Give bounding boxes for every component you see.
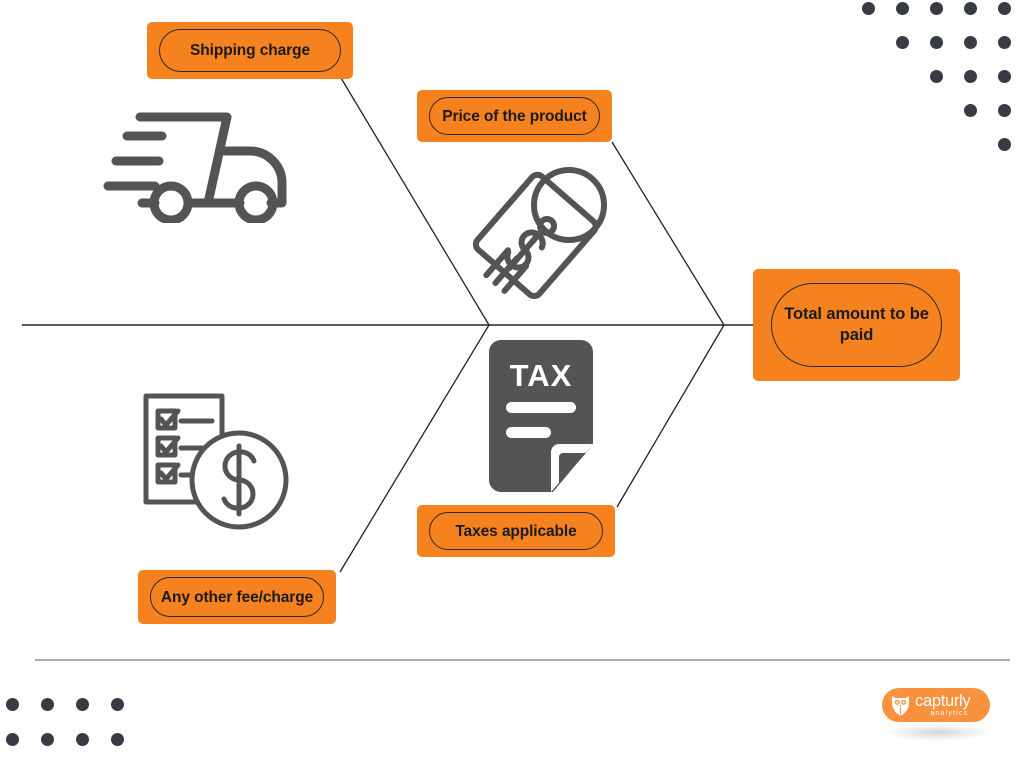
triangular-dot-pattern — [862, 2, 1022, 154]
capturly-logo-subtitle: analytics — [930, 710, 969, 718]
tax-line-2 — [506, 427, 551, 438]
decor-dot — [111, 698, 124, 711]
decor-dot — [896, 2, 909, 15]
decor-dot — [111, 733, 124, 746]
grid-dot-pattern — [6, 698, 136, 762]
label-taxes-applicable[interactable]: Taxes applicable — [417, 505, 615, 557]
decor-dot — [964, 2, 977, 15]
decor-dot — [998, 104, 1011, 117]
label-any-other-fee-text: Any other fee/charge — [160, 588, 314, 606]
tax-label: TAX — [510, 358, 573, 393]
capturly-logo-text: capturly analytics — [915, 691, 971, 718]
decor-dot — [6, 733, 19, 746]
decor-dot — [930, 70, 943, 83]
tax-line-1 — [506, 402, 576, 413]
decor-dot — [930, 2, 943, 15]
label-shipping-charge-outline: Shipping charge — [159, 29, 341, 72]
label-any-other-fee-outline: Any other fee/charge — [150, 577, 324, 617]
decor-dot — [41, 733, 54, 746]
tax-document-icon: TAX — [489, 340, 593, 492]
decor-dot — [6, 698, 19, 711]
branch-line-price — [611, 141, 725, 326]
label-taxes-outline: Taxes applicable — [429, 512, 603, 550]
capturly-logo[interactable]: capturly analytics — [882, 688, 990, 722]
label-price-of-the-product[interactable]: Price of the product — [417, 90, 612, 142]
price-tag-hole — [537, 216, 557, 236]
tax-document-fold-inner — [559, 453, 586, 484]
decor-dot — [998, 36, 1011, 49]
decor-dot — [964, 104, 977, 117]
label-shipping-charge[interactable]: Shipping charge — [147, 22, 353, 79]
label-price-outline: Price of the product — [429, 97, 600, 135]
decor-dot — [862, 2, 875, 15]
branch-line-taxes — [616, 324, 725, 508]
owl-logo-icon — [891, 695, 910, 716]
decor-dot — [41, 698, 54, 711]
delivery-truck-icon — [100, 108, 295, 225]
label-taxes-text: Taxes applicable — [455, 522, 577, 540]
label-price-text: Price of the product — [442, 107, 587, 125]
decor-dot — [896, 36, 909, 49]
price-tag-icon — [462, 162, 614, 310]
decor-dot — [930, 36, 943, 49]
label-total-amount[interactable]: Total amount to be paid — [753, 269, 960, 381]
label-total-amount-text: Total amount to be paid — [784, 305, 929, 344]
decor-dot — [998, 2, 1011, 15]
checklist-money-icon — [140, 390, 295, 535]
decor-dot — [998, 70, 1011, 83]
decor-dot — [76, 698, 89, 711]
fishbone-diagram-canvas: TAX Shipping charge Price of the product… — [0, 0, 1024, 768]
logo-shadow — [886, 724, 990, 741]
label-shipping-charge-text: Shipping charge — [190, 42, 310, 59]
decor-dot — [964, 36, 977, 49]
decor-dot — [998, 138, 1011, 151]
capturly-logo-name: capturly — [915, 691, 971, 710]
label-total-amount-outline: Total amount to be paid — [771, 283, 942, 367]
decor-dot — [76, 733, 89, 746]
label-any-other-fee[interactable]: Any other fee/charge — [138, 570, 336, 624]
decor-dot — [964, 70, 977, 83]
